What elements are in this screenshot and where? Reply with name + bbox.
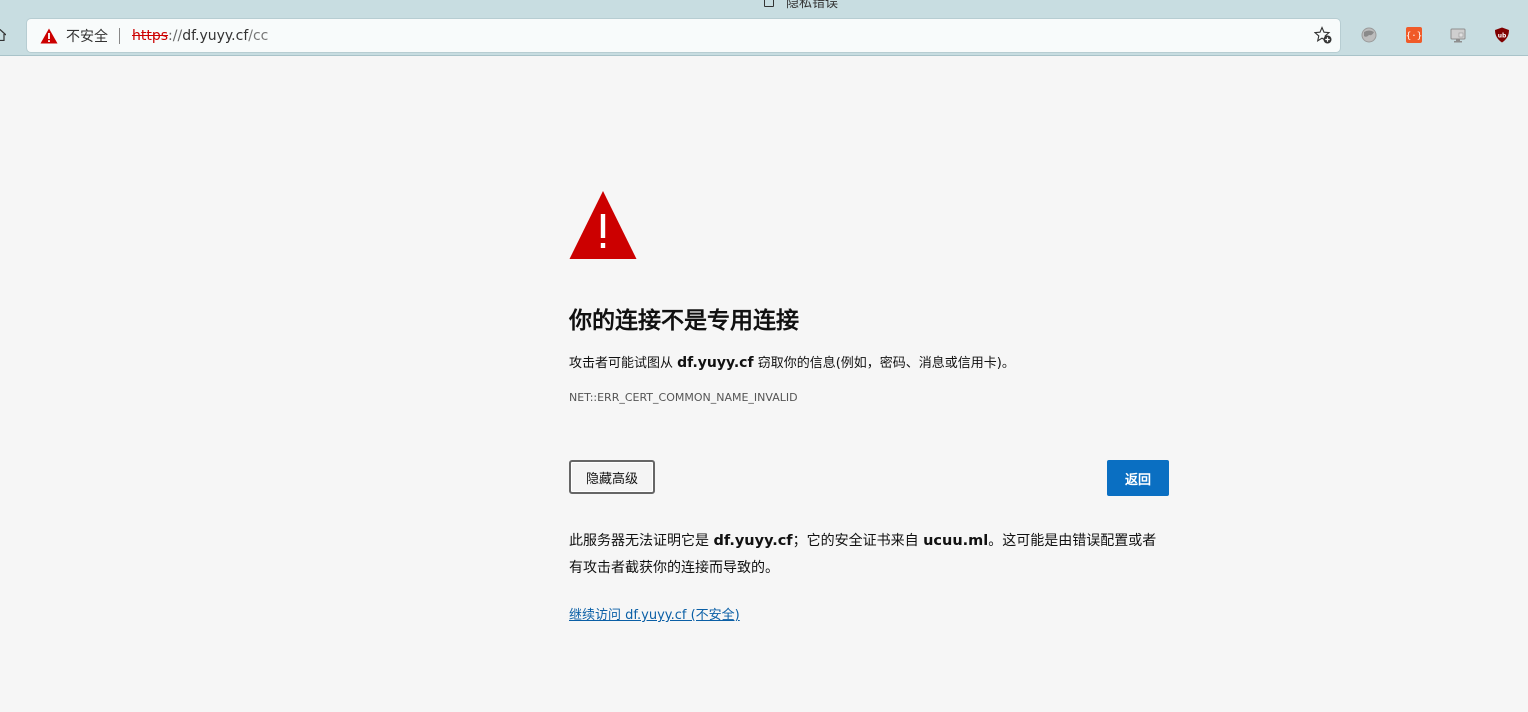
browser-toolbar: 隐私错误 不安全 https://df.yuyy.cf/cc {·} ub: [0, 0, 1528, 56]
url-scheme: https: [132, 27, 169, 44]
tab-title: 隐私错误: [786, 0, 839, 11]
svg-text:{·}: {·}: [1406, 32, 1422, 42]
svg-text:ub: ub: [1498, 33, 1507, 40]
warning-triangle-icon[interactable]: [40, 28, 58, 44]
description-prefix: 攻击者可能试图从: [569, 356, 678, 371]
large-warning-triangle-icon: [569, 191, 637, 259]
address-bar[interactable]: 不安全 https://df.yuyy.cf/cc: [27, 19, 1340, 52]
hide-advanced-button[interactable]: 隐藏高级: [569, 460, 655, 494]
button-row: 隐藏高级 返回: [569, 460, 1169, 496]
tab[interactable]: 隐私错误: [764, 0, 839, 11]
details-part2: ；它的安全证书来自: [792, 533, 924, 549]
ublock-origin-icon[interactable]: ub: [1494, 27, 1510, 43]
error-page: 你的连接不是专用连接 攻击者可能试图从 df.yuyy.cf 窃取你的信息(例如…: [569, 190, 1169, 623]
advanced-details: 此服务器无法证明它是 df.yuyy.cf；它的安全证书来自 ucuu.ml。这…: [569, 528, 1169, 582]
url-path: /cc: [248, 27, 269, 44]
description-suffix: 窃取你的信息(例如，密码、消息或信用卡)。: [753, 356, 1015, 371]
url-separator: ://: [168, 27, 183, 44]
error-description: 攻击者可能试图从 df.yuyy.cf 窃取你的信息(例如，密码、消息或信用卡)…: [569, 353, 1169, 374]
url-host: df.yuyy.cf: [182, 27, 249, 44]
extension-monitor-icon[interactable]: [1450, 27, 1466, 43]
details-host: df.yuyy.cf: [713, 533, 793, 549]
page-title: 你的连接不是专用连接: [569, 308, 799, 334]
address-divider: [119, 27, 120, 44]
add-favorite-star-icon[interactable]: [1314, 26, 1332, 44]
description-host: df.yuyy.cf: [677, 355, 754, 371]
details-issuer: ucuu.ml: [923, 533, 989, 549]
details-part1: 此服务器无法证明它是: [569, 533, 714, 549]
error-code: NET::ERR_CERT_COMMON_NAME_INVALID: [569, 391, 798, 404]
url-text[interactable]: https://df.yuyy.cf/cc: [132, 28, 268, 44]
page-icon: [764, 0, 774, 7]
proceed-unsafe-link[interactable]: 继续访问 df.yuyy.cf (不安全): [569, 604, 740, 623]
back-button[interactable]: 返回: [1107, 460, 1169, 496]
home-icon[interactable]: [0, 29, 6, 41]
extension-braces-icon[interactable]: {·}: [1406, 27, 1422, 43]
extension-globe-icon[interactable]: [1361, 27, 1377, 43]
security-status-label[interactable]: 不安全: [66, 26, 108, 46]
